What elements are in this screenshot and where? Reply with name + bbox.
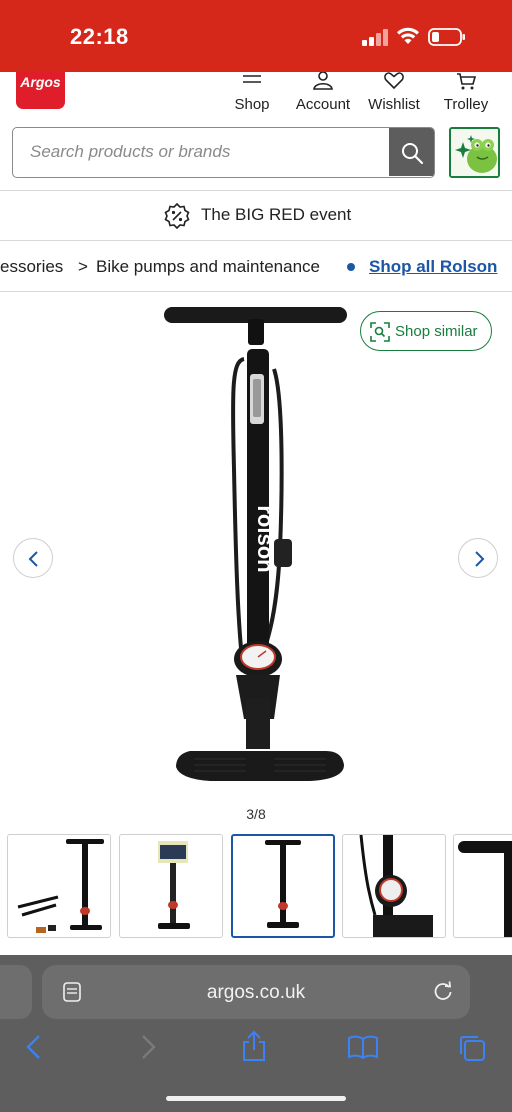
share-icon[interactable] [240,1030,268,1062]
thumbnail-image [458,841,512,937]
promo-text: The BIG RED event [201,205,352,224]
thumbnail-image [158,841,190,929]
divider [0,291,512,292]
next-image-button[interactable] [458,538,498,578]
chevron-left-icon [28,551,38,567]
promo-banner[interactable]: The BIG RED event [0,191,512,239]
shop-similar-label: Shop similar [395,323,478,340]
bookmarks-icon[interactable] [347,1034,379,1060]
breadcrumb: essories > Bike pumps and maintenance Sh… [0,241,512,291]
nav-account[interactable]: Account [288,72,358,120]
search-bar [12,127,435,178]
previous-image-button[interactable] [13,538,53,578]
thumbnail-image [359,835,433,937]
site-header: Argos Shop Account Wishlist Trolley [0,72,512,120]
thumbnail-image [265,840,301,928]
product-image[interactable]: rolson [150,299,360,799]
url-text: argos.co.uk [206,982,306,1003]
nav-account-label: Account [295,96,351,113]
shop-all-brand-link[interactable]: Shop all Rolson [369,257,497,277]
nav-shop-label: Shop [234,96,270,113]
menu-icon [243,75,261,83]
search-button[interactable] [389,128,434,176]
thumbnail-strip [0,834,512,940]
thumbnail[interactable] [453,834,512,938]
thumbnail[interactable] [119,834,223,938]
visual-search-icon [370,322,390,342]
thumbnail-selected[interactable] [231,834,335,938]
address-bar[interactable]: argos.co.uk [42,965,470,1019]
discount-badge-icon [164,203,190,229]
breadcrumb-current[interactable]: Bike pumps and maintenance [96,257,320,277]
nav-wishlist[interactable]: Wishlist [362,72,426,120]
breadcrumb-dot [347,263,355,271]
sparkle-mascot-icon [451,129,498,176]
product-gallery: rolson Shop similar [0,293,512,813]
argos-logo[interactable]: Argos [16,72,65,109]
trolley-icon [457,73,477,90]
previous-tab[interactable] [0,965,32,1019]
nav-trolley-label: Trolley [443,96,489,113]
reload-icon[interactable] [432,980,454,1002]
logo-text: Argos [20,74,61,90]
wifi-icon [397,27,419,44]
product-brand-text: rolson [253,505,278,572]
signal-icon [362,29,388,46]
search-icon [402,143,424,165]
breadcrumb-parent[interactable]: essories [0,257,63,277]
shop-similar-button[interactable]: Shop similar [360,311,492,351]
forward-icon[interactable] [138,1034,158,1060]
search-input[interactable] [13,128,390,176]
nav-shop[interactable]: Shop [230,72,274,120]
person-icon [313,72,333,90]
breadcrumb-separator: > [78,257,88,276]
tabs-icon[interactable] [458,1034,486,1062]
ai-assistant-button[interactable] [449,127,500,178]
image-counter: 3/8 [246,806,266,822]
status-bar: 22:18 [0,0,512,72]
home-indicator [166,1096,346,1101]
back-icon[interactable] [24,1034,44,1060]
nav-trolley[interactable]: Trolley [438,72,494,120]
thumbnail[interactable] [342,834,446,938]
thumbnail[interactable] [7,834,111,938]
heart-icon [384,72,404,90]
battery-icon [428,28,465,46]
chevron-right-icon [475,551,485,567]
nav-wishlist-label: Wishlist [368,96,420,113]
thumbnail-image [17,839,104,933]
status-time: 22:18 [70,24,129,49]
